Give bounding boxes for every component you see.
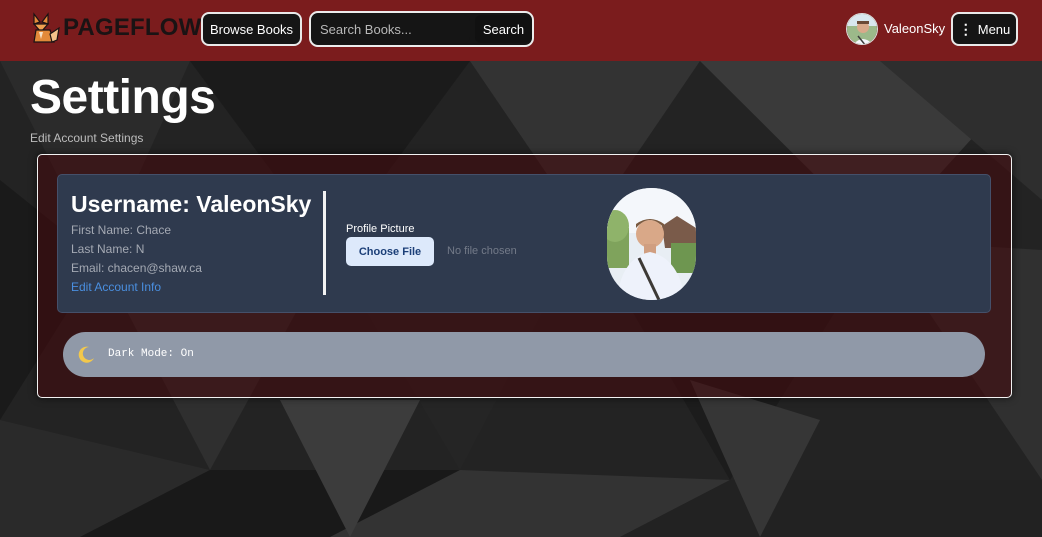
top-navbar: PAGEFLOW Browse Books Search ValeonSky ⋮… [0,0,1042,61]
email-text: Email: chacen@shaw.ca [71,261,202,275]
profile-photo [607,188,696,300]
search-input[interactable] [313,15,470,43]
last-name-text: Last Name: N [71,242,145,256]
browse-books-button[interactable]: Browse Books [201,12,302,46]
choose-file-button[interactable]: Choose File [346,237,434,266]
dark-mode-label: Dark Mode: On [108,348,194,360]
fox-logo-icon [32,12,60,43]
brand-logo-link[interactable]: PAGEFLOW [30,12,201,44]
menu-label: Menu [977,21,1011,37]
vertical-divider [323,191,326,295]
file-status-text: No file chosen [447,245,517,257]
search-form: Search [309,11,534,47]
vertical-dots-icon: ⋮ [958,21,973,37]
page-title: Settings [30,71,216,124]
profile-picture [607,188,696,300]
page-subtitle: Edit Account Settings [30,131,144,145]
edit-account-info-link[interactable]: Edit Account Info [71,280,161,294]
moon-icon [78,346,94,363]
first-name-text: First Name: Chace [71,223,172,237]
menu-button[interactable]: ⋮ Menu [951,12,1018,46]
profile-picture-label: Profile Picture [346,223,415,235]
brand-name: PAGEFLOW [63,14,202,41]
user-avatar[interactable] [846,13,878,45]
nav-username[interactable]: ValeonSky [884,21,945,36]
avatar-photo [847,14,877,44]
dark-mode-toggle[interactable] [63,332,985,377]
username-heading: Username: ValeonSky [71,191,312,217]
search-button[interactable]: Search [475,15,532,43]
